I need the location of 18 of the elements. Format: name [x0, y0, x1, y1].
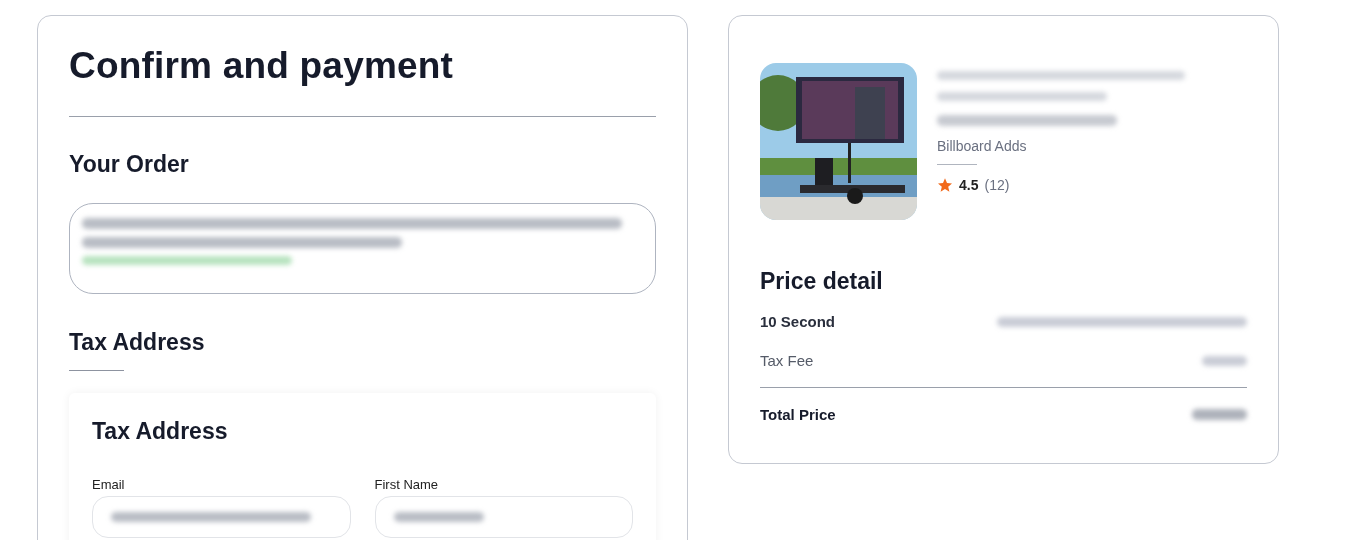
input-field[interactable]	[374, 496, 633, 538]
star-icon	[937, 177, 953, 193]
field-label: Email	[92, 477, 126, 492]
section-heading: Price detail	[760, 268, 884, 295]
field-label: First Name	[374, 477, 440, 492]
review-count: (12)	[984, 177, 1010, 193]
page-title: Confirm and payment	[69, 44, 455, 88]
price-line-label: 10 Second	[760, 313, 836, 330]
rating-value: 4.5	[959, 177, 979, 193]
blurred-text	[1192, 409, 1247, 420]
total-label: Total Price	[760, 406, 836, 423]
listing-category: Billboard Adds	[937, 138, 1028, 154]
section-heading: Tax Address	[69, 328, 206, 356]
price-line-label: Tax Fee	[760, 352, 814, 369]
section-heading: Your Order	[69, 150, 190, 178]
blurred-text	[1202, 355, 1247, 366]
input-field[interactable]	[92, 496, 351, 538]
form-title: Tax Address	[92, 417, 229, 445]
